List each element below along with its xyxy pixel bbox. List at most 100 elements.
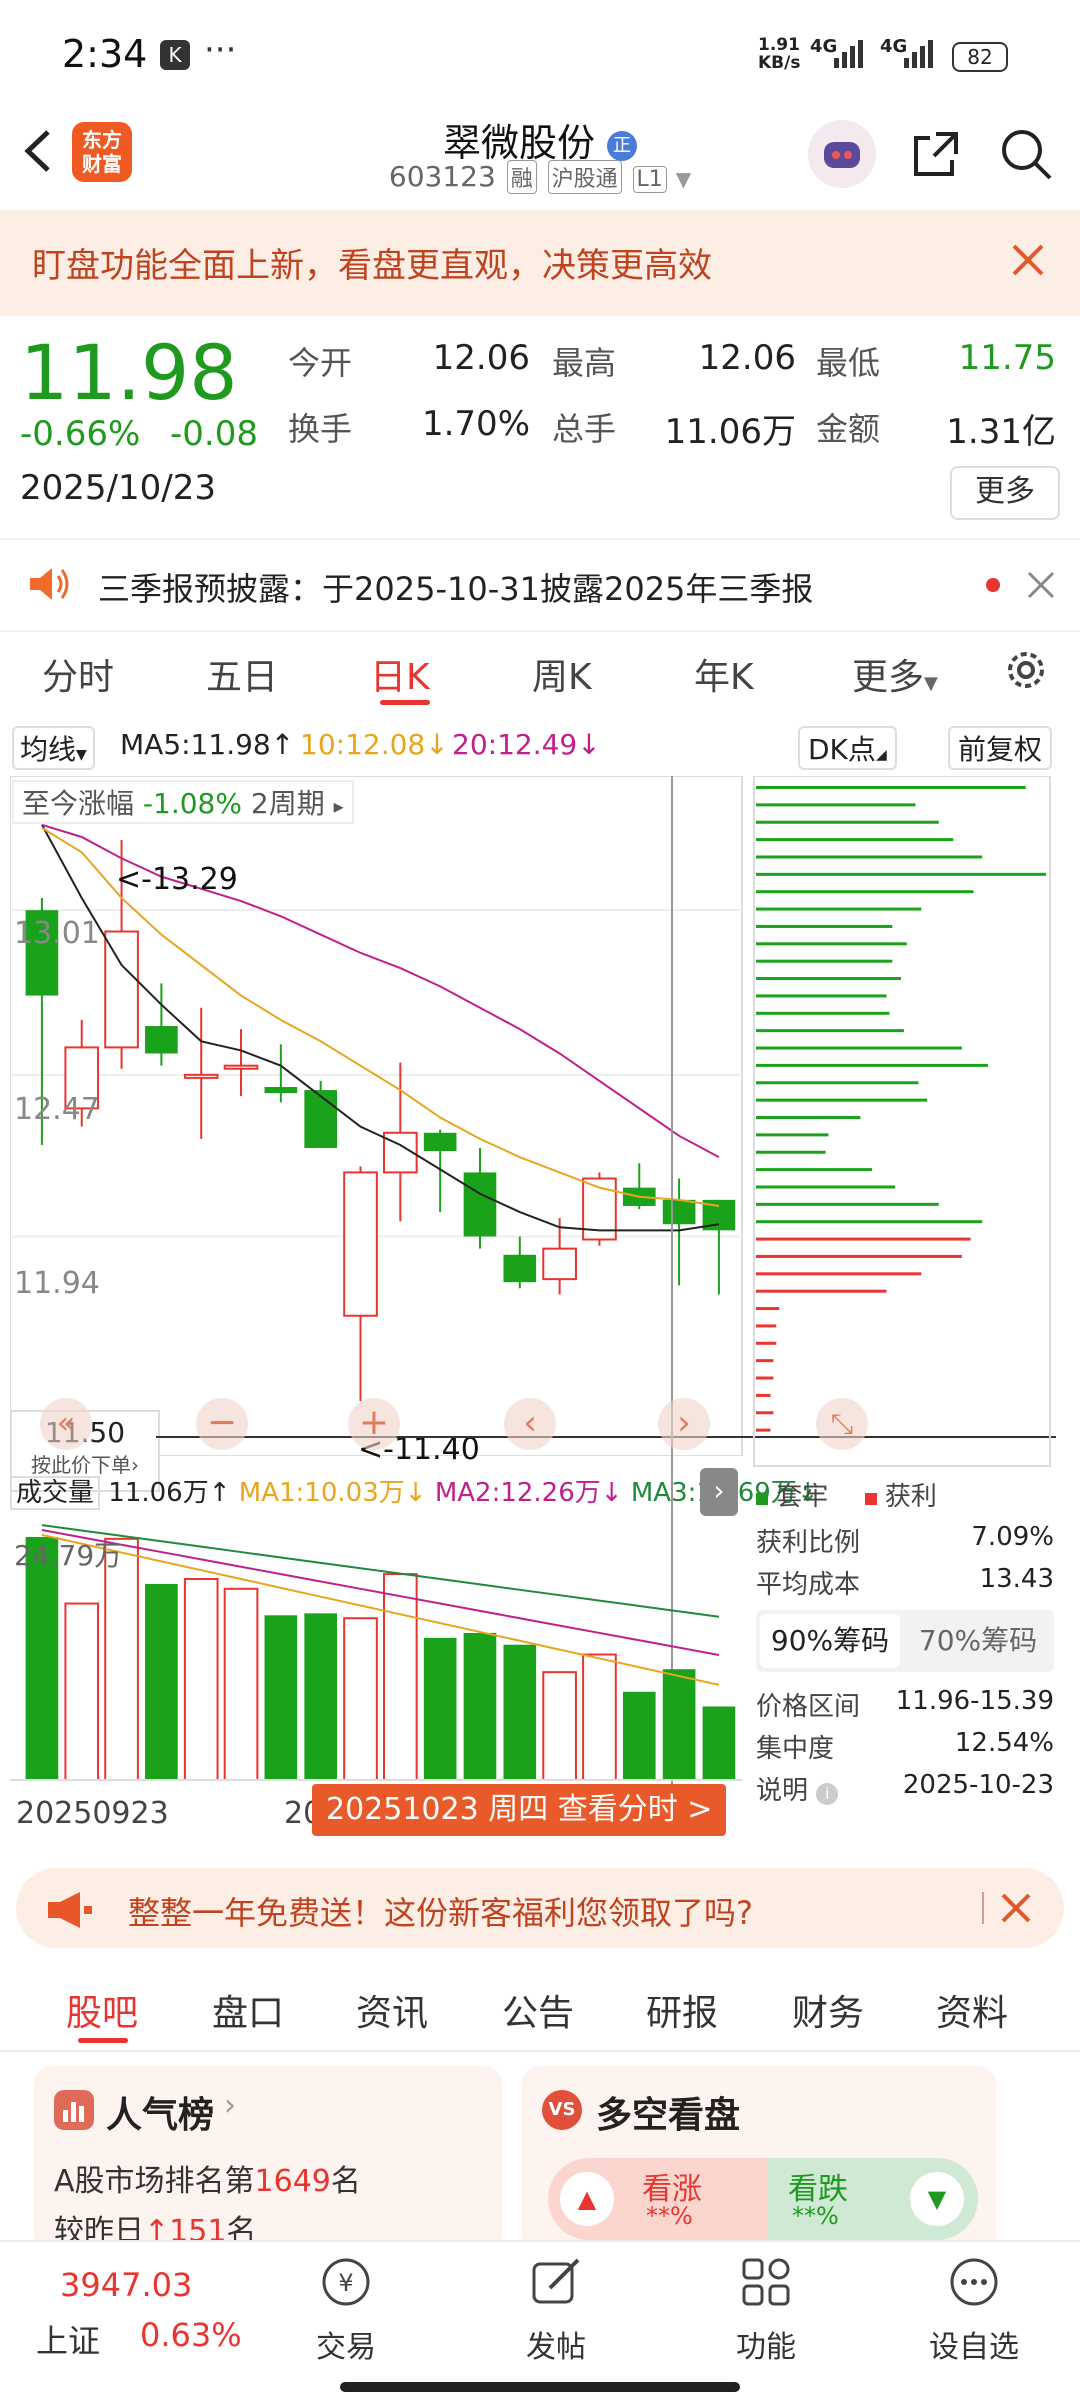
promo-banner[interactable]: 整整一年免费送！这份新客福利您领取了吗? [16, 1868, 1064, 1948]
double-left-icon[interactable]: « [40, 1398, 92, 1450]
tab-research[interactable]: 研报 [646, 1984, 718, 2036]
tag-margin: 融 [506, 160, 537, 194]
change-amount: -0.08 [170, 414, 258, 454]
field-value: 1.31亿 [946, 412, 1056, 452]
change-pct: -0.66% [20, 414, 141, 454]
chip-bar [756, 1011, 890, 1015]
chip-bar [756, 977, 901, 981]
stock-header: 东方 财富 翠微股份 正 603123 融 沪股通 L1 ▼ [0, 110, 1080, 208]
index-value[interactable]: 3947.03 [60, 2266, 192, 2304]
chip-bar [756, 1411, 774, 1415]
volume-selector[interactable]: 成交量 [10, 1476, 101, 1510]
tab-news[interactable]: 资讯 [356, 1984, 428, 2036]
chip-row-value: 7.09% [971, 1522, 1054, 1552]
more-fields-button[interactable]: 更多 [950, 466, 1060, 520]
tab-profile[interactable]: 资料 [936, 1984, 1008, 2036]
chevron-right-icon: ▸ [333, 794, 344, 818]
chip-bar [756, 1289, 887, 1293]
chip-row-value: 13.43 [979, 1564, 1054, 1594]
tab-yearly-k[interactable]: 年K [694, 648, 754, 700]
tab-orderbook[interactable]: 盘口 [212, 1984, 284, 2036]
tab-intraday[interactable]: 分时 [42, 648, 114, 700]
volume-bar [662, 1669, 696, 1780]
volume-bar [503, 1644, 537, 1780]
range-info[interactable]: 至今涨幅 -1.08% 2周期 ▸ [12, 780, 354, 824]
chip-row: 价格区间 11.96-15.39 [756, 1686, 1054, 1723]
field-label: 今开 [288, 344, 353, 382]
close-icon[interactable] [1026, 570, 1056, 604]
chip-tabs: 90%筹码 70%筹码 [756, 1610, 1054, 1672]
chip-row-label: 集中度 [756, 1734, 835, 1764]
chip-tab-70[interactable]: 70%筹码 [906, 1614, 1050, 1668]
signal-bars-icon [904, 38, 944, 72]
post-icon[interactable] [528, 2254, 584, 2314]
more-circle-icon[interactable] [946, 2254, 1002, 2314]
vote-up-button[interactable]: ▲ 看涨 **% [548, 2158, 768, 2240]
chip-bar [756, 786, 1026, 789]
legend-swatch-green [756, 1493, 768, 1505]
tab-finance[interactable]: 财务 [792, 1984, 864, 2036]
zoom-out-icon[interactable]: − [196, 1398, 248, 1450]
stock-name-text: 翠微股份 [442, 121, 595, 165]
tab-forum[interactable]: 股吧 [66, 1984, 138, 2036]
chip-bar [756, 1393, 771, 1397]
dk-point-button[interactable]: DK点◢ [798, 726, 897, 770]
chip-bar [756, 924, 893, 928]
tab-announcements[interactable]: 公告 [502, 1984, 574, 2036]
popularity-card[interactable]: 人气榜 › A股市场排名第1649名 较昨日↑151名 [34, 2066, 502, 2256]
adjust-button[interactable]: 前复权 [948, 726, 1053, 770]
index-pct[interactable]: 0.63% [140, 2316, 242, 2354]
home-indicator[interactable] [340, 2382, 740, 2392]
banner-text: 盯盘功能全面上新，看盘更直观，决策更高效 [32, 246, 712, 286]
svg-text:¥: ¥ [338, 2269, 353, 2297]
grid-icon[interactable] [738, 2254, 794, 2314]
close-icon[interactable] [1010, 242, 1046, 282]
candle [463, 1172, 497, 1237]
settings-icon[interactable] [1002, 646, 1050, 698]
field-label: 最低 [816, 344, 881, 382]
ma5-label: MA5:11.98↑ [120, 728, 294, 761]
chip-bar [756, 1150, 826, 1154]
tab-five-day[interactable]: 五日 [206, 648, 278, 700]
vote-down-button[interactable]: 看跌 **% ▼ [768, 2158, 978, 2240]
notice-bar[interactable]: 三季报预披露：于2025-10-31披露2025年三季报 [0, 538, 1080, 632]
close-icon[interactable] [1000, 1892, 1032, 1928]
volume-ma-line [41, 1533, 720, 1686]
chip-bar [756, 959, 893, 963]
clock: 2:34 [62, 32, 148, 76]
chip-distribution[interactable] [752, 776, 1062, 1476]
nav-functions[interactable]: 功能 [696, 2322, 836, 2366]
bull-bear-card[interactable]: VS 多空看盘 ▲ 看涨 **% 看跌 **% ▼ [522, 2066, 996, 2256]
nav-trade[interactable]: 交易 [276, 2322, 416, 2366]
date-tip-button[interactable]: 20251023 周四 查看分时 > [312, 1784, 727, 1836]
dropdown-icon: ▼ [924, 673, 938, 694]
chip-bar [756, 803, 916, 807]
ma5-value: MA5:11.98 [120, 728, 271, 761]
trade-icon[interactable]: ¥ [318, 2254, 374, 2314]
tab-more[interactable]: 更多▼ [852, 648, 938, 700]
feature-banner[interactable]: 盯盘功能全面上新，看盘更直观，决策更高效 [0, 210, 1080, 316]
index-name[interactable]: 上证 [36, 2316, 100, 2362]
vote-down-pct: **% [792, 2202, 839, 2230]
tab-weekly-k[interactable]: 周K [532, 648, 592, 700]
nav-post[interactable]: 发帖 [486, 2322, 626, 2366]
volume-ma-line [41, 1529, 720, 1656]
chip-row-value: 12.54% [954, 1728, 1054, 1758]
ma-selector[interactable]: 均线▼ [12, 726, 95, 770]
zoom-in-icon[interactable]: + [348, 1398, 400, 1450]
field-value: 11.75 [958, 338, 1056, 378]
rank-line: A股市场排名第1649名 [54, 2156, 361, 2200]
share-icon[interactable] [908, 126, 964, 186]
speaker-icon [26, 564, 70, 608]
nav-add-watchlist[interactable]: 设自选 [904, 2322, 1044, 2366]
collapse-icon[interactable]: › [700, 1468, 738, 1516]
chip-tab-90[interactable]: 90%筹码 [760, 1614, 900, 1668]
tab-daily-k[interactable]: 日K [370, 648, 430, 700]
next-icon[interactable]: › [658, 1398, 710, 1450]
chip-bar [756, 1133, 829, 1137]
robot-assistant-icon[interactable] [808, 120, 876, 188]
up-circle-icon: ▲ [560, 2172, 614, 2226]
search-icon[interactable] [998, 126, 1054, 186]
prev-icon[interactable]: ‹ [504, 1398, 556, 1450]
info-icon[interactable]: i [816, 1783, 839, 1805]
